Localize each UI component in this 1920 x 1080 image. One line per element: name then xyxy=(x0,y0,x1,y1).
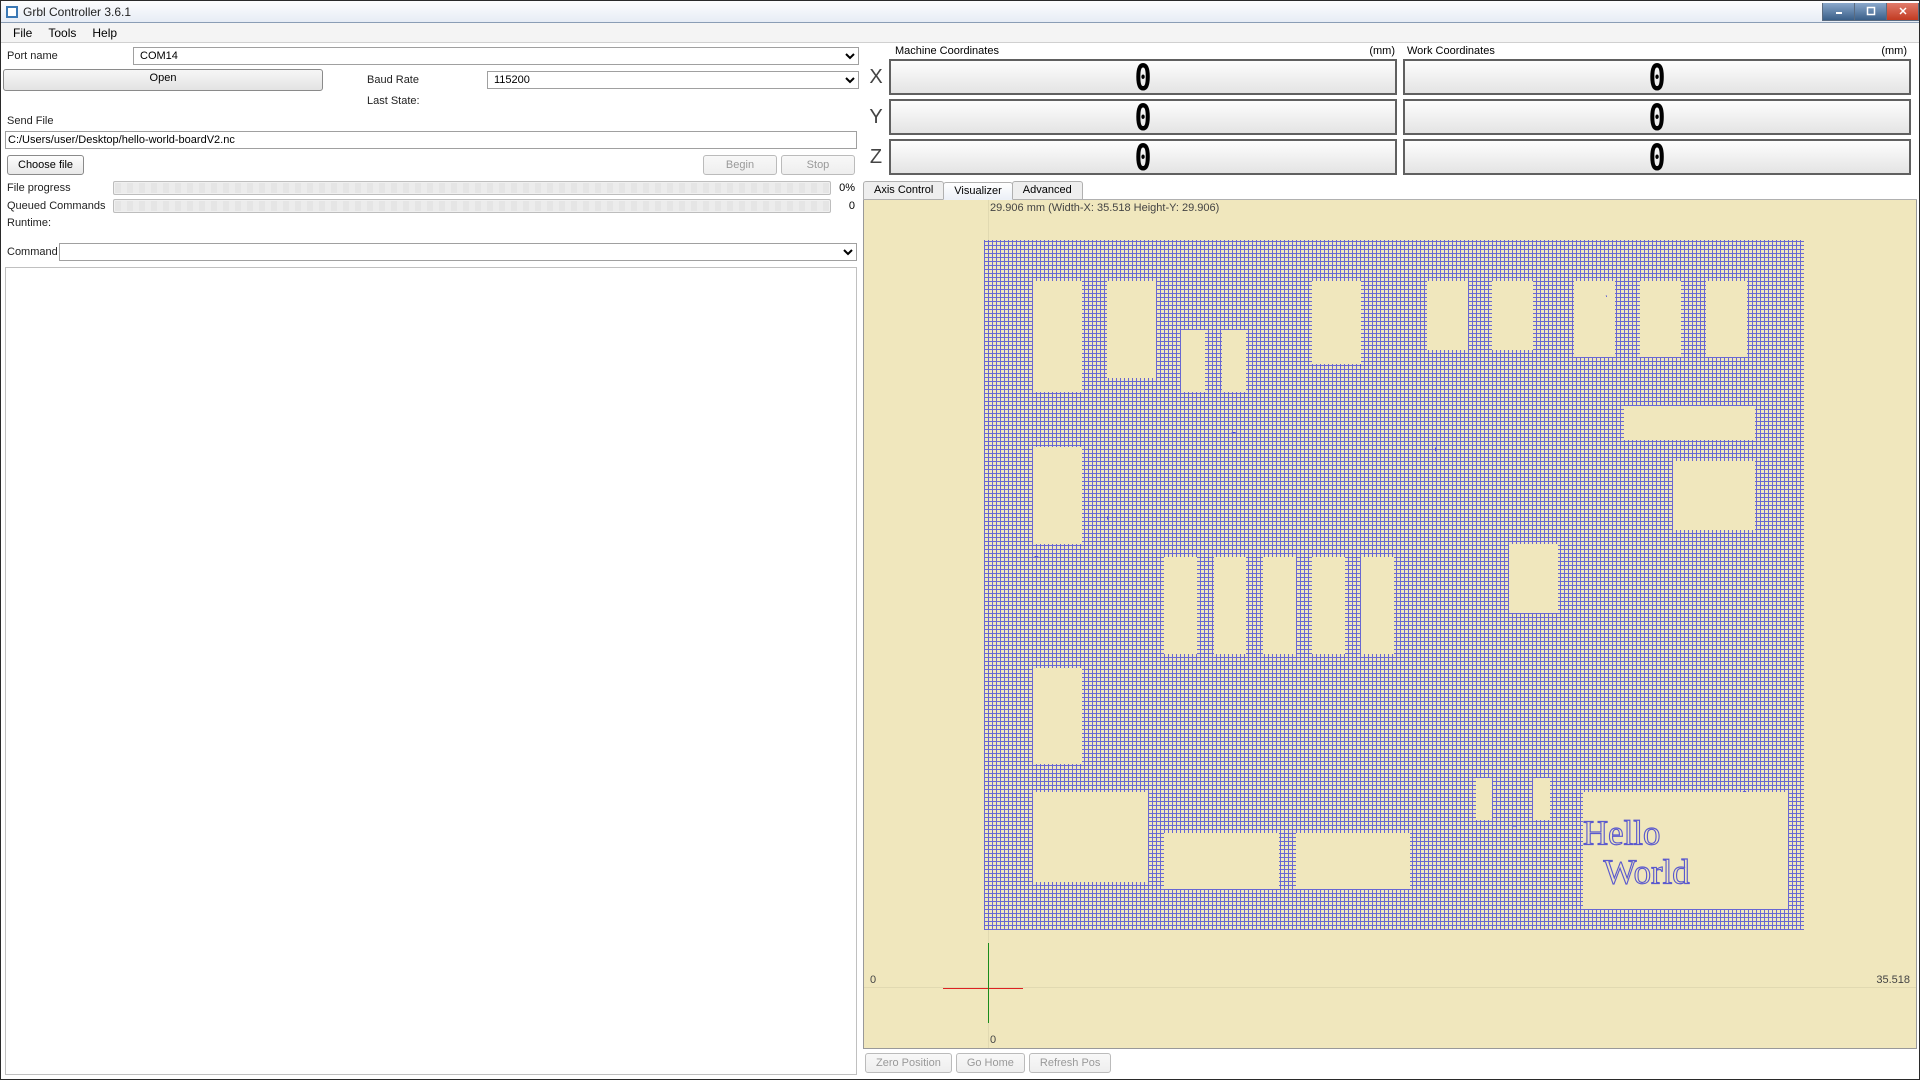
window-title: Grbl Controller 3.6.1 xyxy=(23,5,131,19)
tab-axis-control[interactable]: Axis Control xyxy=(863,181,944,199)
begin-button[interactable]: Begin xyxy=(703,155,777,175)
visualizer-footer: Zero Position Go Home Refresh Pos xyxy=(863,1049,1917,1077)
work-coord-y: 0 xyxy=(1403,99,1911,135)
console-output[interactable] xyxy=(5,267,857,1075)
file-progress-label: File progress xyxy=(3,182,113,194)
work-coord-z: 0 xyxy=(1403,139,1911,175)
machine-coord-z: 0 xyxy=(889,139,1397,175)
queued-commands-bar xyxy=(113,199,831,213)
axis-label-x: X xyxy=(863,66,889,89)
file-progress-bar xyxy=(113,181,831,195)
right-panel: Machine Coordinates (mm) Work Coordinate… xyxy=(863,45,1917,1077)
open-port-button[interactable]: Open xyxy=(3,69,323,91)
axis-y-zero: 0 xyxy=(870,974,876,986)
svg-text:Hello: Hello xyxy=(1583,813,1660,852)
coord-row-z: Z 0 0 xyxy=(863,139,1917,175)
go-home-button[interactable]: Go Home xyxy=(956,1053,1025,1073)
axis-x-zero: 0 xyxy=(990,1034,996,1046)
axis-x-max: 35.518 xyxy=(1876,974,1910,986)
command-input[interactable] xyxy=(59,243,857,261)
port-name-label: Port name xyxy=(3,50,133,62)
machine-coords-label: Machine Coordinates xyxy=(895,45,999,57)
left-panel: Port name COM14 Open Baud Rate 115200 La… xyxy=(3,45,859,1077)
machine-coord-y: 0 xyxy=(889,99,1397,135)
tab-visualizer[interactable]: Visualizer xyxy=(943,182,1013,200)
menu-bar: File Tools Help xyxy=(1,23,1919,43)
tab-advanced[interactable]: Advanced xyxy=(1012,181,1083,199)
window-maximize-button[interactable] xyxy=(1854,3,1887,21)
command-label: Command xyxy=(3,246,59,258)
baud-rate-select[interactable]: 115200 xyxy=(487,71,859,89)
port-name-select[interactable]: COM14 xyxy=(133,47,859,65)
toolpath-preview: Hello World xyxy=(984,240,1804,930)
queued-commands-count: 0 xyxy=(831,200,859,212)
runtime-label: Runtime: xyxy=(3,217,113,229)
machine-coord-x: 0 xyxy=(889,59,1397,95)
window-close-button[interactable] xyxy=(1886,3,1919,21)
app-icon xyxy=(5,5,19,19)
machine-coords-unit: (mm) xyxy=(1369,45,1395,57)
menu-file[interactable]: File xyxy=(5,24,40,42)
coord-row-x: X 0 0 xyxy=(863,59,1917,95)
file-progress-pct: 0% xyxy=(831,182,859,194)
window-minimize-button[interactable] xyxy=(1822,3,1855,21)
zero-position-button[interactable]: Zero Position xyxy=(865,1053,952,1073)
app-window: Grbl Controller 3.6.1 File Tools Help Po… xyxy=(0,0,1920,1080)
coord-header: Machine Coordinates (mm) Work Coordinate… xyxy=(863,45,1917,57)
axis-label-z: Z xyxy=(863,146,889,169)
choose-file-button[interactable]: Choose file xyxy=(7,155,84,175)
refresh-pos-button[interactable]: Refresh Pos xyxy=(1029,1053,1112,1073)
stop-button[interactable]: Stop xyxy=(781,155,855,175)
menu-tools[interactable]: Tools xyxy=(40,24,84,42)
file-path-input[interactable] xyxy=(5,131,857,149)
origin-marker xyxy=(983,983,993,993)
visualizer-dimensions: 29.906 mm (Width-X: 35.518 Height-Y: 29.… xyxy=(990,202,1219,214)
menu-help[interactable]: Help xyxy=(84,24,125,42)
visualizer-canvas[interactable]: 29.906 mm (Width-X: 35.518 Height-Y: 29.… xyxy=(863,200,1917,1049)
axis-label-y: Y xyxy=(863,106,889,129)
work-coord-x: 0 xyxy=(1403,59,1911,95)
work-coords-unit: (mm) xyxy=(1881,45,1907,57)
queued-commands-label: Queued Commands xyxy=(3,200,113,212)
send-file-label: Send File xyxy=(3,115,859,127)
work-coords-label: Work Coordinates xyxy=(1407,45,1495,57)
view-tabs: Axis Control Visualizer Advanced xyxy=(863,181,1917,200)
title-bar: Grbl Controller 3.6.1 xyxy=(1,1,1919,23)
last-state-label: Last State: xyxy=(367,95,487,107)
coord-row-y: Y 0 0 xyxy=(863,99,1917,135)
svg-text:World: World xyxy=(1603,852,1689,891)
baud-rate-label: Baud Rate xyxy=(367,74,487,86)
